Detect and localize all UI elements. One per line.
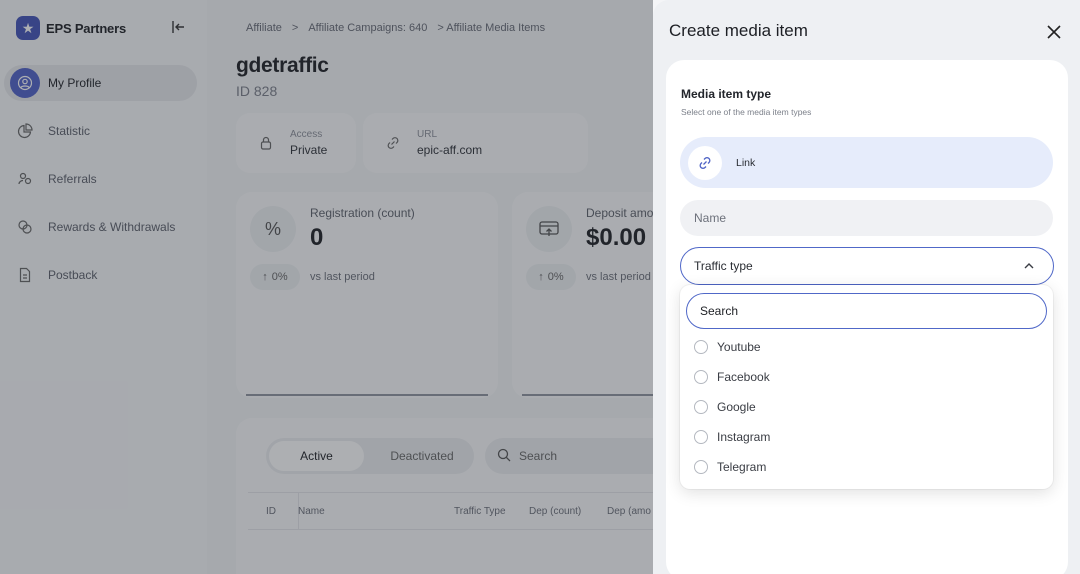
traffic-type-select[interactable]: Traffic type: [680, 247, 1054, 285]
radio-icon[interactable]: [694, 400, 708, 414]
media-type-label: Link: [736, 156, 756, 169]
link-icon: [688, 145, 722, 180]
option-telegram[interactable]: Telegram: [694, 456, 1034, 478]
option-label: Youtube: [717, 340, 761, 354]
section-hint: Select one of the media item types: [681, 107, 812, 117]
drawer-title: Create media item: [669, 21, 808, 40]
radio-icon[interactable]: [694, 370, 708, 384]
radio-icon[interactable]: [694, 430, 708, 444]
traffic-type-dropdown: Youtube Facebook Google Instagram Telegr…: [680, 285, 1053, 489]
option-label: Instagram: [717, 430, 771, 444]
media-type-link-option[interactable]: Link: [680, 137, 1053, 188]
traffic-type-label: Traffic type: [694, 259, 753, 273]
close-icon[interactable]: [1044, 22, 1064, 42]
option-youtube[interactable]: Youtube: [694, 336, 1034, 358]
option-label: Facebook: [717, 370, 770, 384]
modal-backdrop[interactable]: [0, 0, 653, 574]
option-google[interactable]: Google: [694, 396, 1034, 418]
name-field[interactable]: [680, 200, 1053, 236]
option-instagram[interactable]: Instagram: [694, 426, 1034, 448]
option-label: Google: [717, 400, 756, 414]
radio-icon[interactable]: [694, 340, 708, 354]
section-title: Media item type: [681, 87, 772, 101]
dropdown-search-input[interactable]: [686, 293, 1047, 329]
option-facebook[interactable]: Facebook: [694, 366, 1034, 388]
option-label: Telegram: [717, 460, 767, 474]
chevron-up-icon: [1023, 260, 1035, 272]
radio-icon[interactable]: [694, 460, 708, 474]
